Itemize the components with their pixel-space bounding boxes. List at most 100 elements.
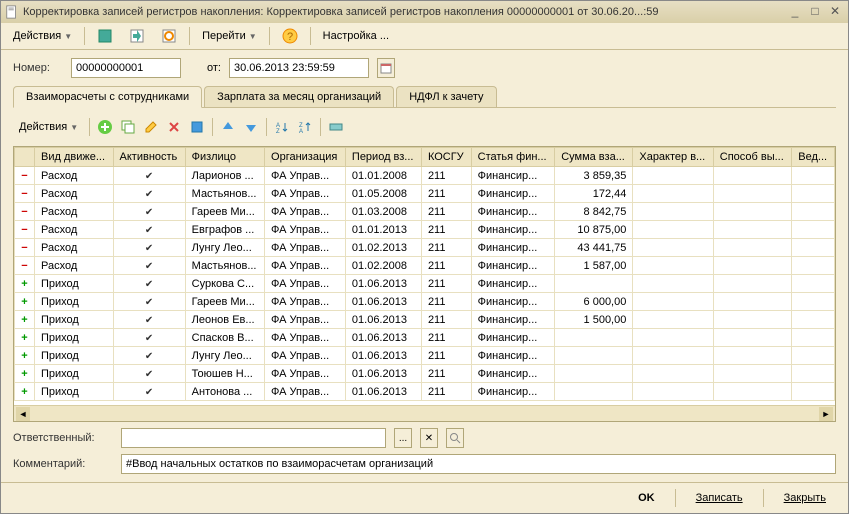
table-cell xyxy=(713,311,792,329)
column-header[interactable]: Вид движе... xyxy=(35,148,114,167)
table-actions-menu[interactable]: Действия ▼ xyxy=(13,119,84,135)
table-cell xyxy=(713,275,792,293)
column-header[interactable]: Физлицо xyxy=(185,148,264,167)
table-cell: Ларионов ... xyxy=(185,167,264,185)
table-cell xyxy=(713,203,792,221)
column-header[interactable]: Активность xyxy=(113,148,185,167)
post-icon[interactable] xyxy=(123,26,151,46)
table-cell: Евграфов ... xyxy=(185,221,264,239)
table-cell: − xyxy=(15,239,35,257)
sort-za-icon[interactable]: ZA xyxy=(295,117,315,137)
table-cell xyxy=(713,365,792,383)
table-cell: 01.06.2013 xyxy=(345,383,421,401)
table-row[interactable]: −Расход✔Ларионов ...ФА Управ...01.01.200… xyxy=(15,167,835,185)
close-button[interactable]: ✕ xyxy=(826,4,844,20)
table-cell: 10 875,00 xyxy=(555,221,633,239)
responsible-input[interactable] xyxy=(121,428,386,448)
goto-menu[interactable]: Перейти ▼ xyxy=(196,28,263,44)
column-header[interactable]: Период вз... xyxy=(345,148,421,167)
table-cell xyxy=(633,185,713,203)
table-cell xyxy=(792,275,835,293)
finish-edit-icon[interactable] xyxy=(187,117,207,137)
add-row-icon[interactable] xyxy=(95,117,115,137)
table-cell: ФА Управ... xyxy=(265,365,346,383)
table-row[interactable]: −Расход✔Мастьянов...ФА Управ...01.02.200… xyxy=(15,257,835,275)
settings-button[interactable]: Настройка ... xyxy=(317,28,395,44)
close-form-button[interactable]: Закрыть xyxy=(774,489,836,507)
table-row[interactable]: +Приход✔Тоюшев Н...ФА Управ...01.06.2013… xyxy=(15,365,835,383)
table-row[interactable]: +Приход✔Антонова ...ФА Управ...01.06.201… xyxy=(15,383,835,401)
column-header[interactable]: Вед... xyxy=(792,148,835,167)
table-row[interactable]: −Расход✔Мастьянов...ФА Управ...01.05.200… xyxy=(15,185,835,203)
table-row[interactable]: −Расход✔Лунгу Лео...ФА Управ...01.02.201… xyxy=(15,239,835,257)
table-cell: Финансир... xyxy=(471,239,555,257)
help-icon[interactable]: ? xyxy=(276,26,304,46)
table-cell: ФА Управ... xyxy=(265,329,346,347)
move-down-icon[interactable] xyxy=(241,117,261,137)
save-button[interactable]: Записать xyxy=(686,489,753,507)
column-header[interactable]: Организация xyxy=(265,148,346,167)
column-header[interactable]: Способ вы... xyxy=(713,148,792,167)
minimize-button[interactable]: _ xyxy=(786,4,804,20)
maximize-button[interactable]: □ xyxy=(806,4,824,20)
column-header[interactable]: КОСГУ xyxy=(421,148,471,167)
refresh-icon[interactable] xyxy=(155,26,183,46)
scroll-left-icon[interactable]: ◄ xyxy=(16,407,30,421)
clear-responsible-button[interactable]: ✕ xyxy=(420,428,438,448)
table-cell: ✔ xyxy=(113,293,185,311)
table-cell: Финансир... xyxy=(471,167,555,185)
table-cell: Гареев Ми... xyxy=(185,293,264,311)
delete-row-icon[interactable] xyxy=(164,117,184,137)
column-header[interactable]: Статья фин... xyxy=(471,148,555,167)
tab-settlements[interactable]: Взаиморасчеты с сотрудниками xyxy=(13,86,202,108)
table-cell: Лунгу Лео... xyxy=(185,347,264,365)
tabs: Взаиморасчеты с сотрудниками Зарплата за… xyxy=(13,86,836,108)
find-responsible-button[interactable] xyxy=(446,428,464,448)
table-cell xyxy=(792,221,835,239)
toggle-activity-icon[interactable] xyxy=(326,117,346,137)
edit-row-icon[interactable] xyxy=(141,117,161,137)
tab-salary[interactable]: Зарплата за месяц организаций xyxy=(204,86,394,107)
table-row[interactable]: +Приход✔Гареев Ми...ФА Управ...01.06.201… xyxy=(15,293,835,311)
table-cell xyxy=(792,311,835,329)
table-cell: − xyxy=(15,221,35,239)
column-header[interactable]: Сумма вза... xyxy=(555,148,633,167)
column-header[interactable]: Характер в... xyxy=(633,148,713,167)
number-input[interactable] xyxy=(71,58,181,78)
table-row[interactable]: +Приход✔Леонов Ев...ФА Управ...01.06.201… xyxy=(15,311,835,329)
table-row[interactable]: −Расход✔Евграфов ...ФА Управ...01.01.201… xyxy=(15,221,835,239)
titlebar[interactable]: Корректировка записей регистров накоплен… xyxy=(1,1,848,23)
table-cell: + xyxy=(15,329,35,347)
sort-az-icon[interactable]: AZ xyxy=(272,117,292,137)
table-cell: − xyxy=(15,203,35,221)
table-cell: Финансир... xyxy=(471,185,555,203)
table-cell: 1 500,00 xyxy=(555,311,633,329)
table-cell: 211 xyxy=(421,293,471,311)
table-cell: ФА Управ... xyxy=(265,275,346,293)
table-cell xyxy=(792,383,835,401)
copy-row-icon[interactable] xyxy=(118,117,138,137)
content: Номер: от: Взаиморасчеты с сотрудниками … xyxy=(1,50,848,482)
date-input[interactable] xyxy=(229,58,369,78)
move-up-icon[interactable] xyxy=(218,117,238,137)
calendar-button[interactable] xyxy=(377,58,395,78)
select-responsible-button[interactable]: ... xyxy=(394,428,412,448)
table-row[interactable]: +Приход✔Лунгу Лео...ФА Управ...01.06.201… xyxy=(15,347,835,365)
tab-ndfl[interactable]: НДФЛ к зачету xyxy=(396,86,496,107)
scroll-right-icon[interactable]: ► xyxy=(819,407,833,421)
ok-button[interactable]: OK xyxy=(628,489,665,507)
table-cell: 01.06.2013 xyxy=(345,365,421,383)
form-icon[interactable] xyxy=(91,26,119,46)
horizontal-scrollbar[interactable]: ◄ ► xyxy=(14,405,835,421)
comment-input[interactable] xyxy=(121,454,836,474)
table-cell xyxy=(792,329,835,347)
table-row[interactable]: −Расход✔Гареев Ми...ФА Управ...01.03.200… xyxy=(15,203,835,221)
table-row[interactable]: +Приход✔Суркова С...ФА Управ...01.06.201… xyxy=(15,275,835,293)
table-cell xyxy=(555,275,633,293)
table-cell: − xyxy=(15,257,35,275)
table-row[interactable]: +Приход✔Спасков В...ФА Управ...01.06.201… xyxy=(15,329,835,347)
column-header[interactable] xyxy=(15,148,35,167)
table-cell: Финансир... xyxy=(471,221,555,239)
actions-menu[interactable]: Действия ▼ xyxy=(7,28,78,44)
comment-row: Комментарий: xyxy=(13,454,836,474)
